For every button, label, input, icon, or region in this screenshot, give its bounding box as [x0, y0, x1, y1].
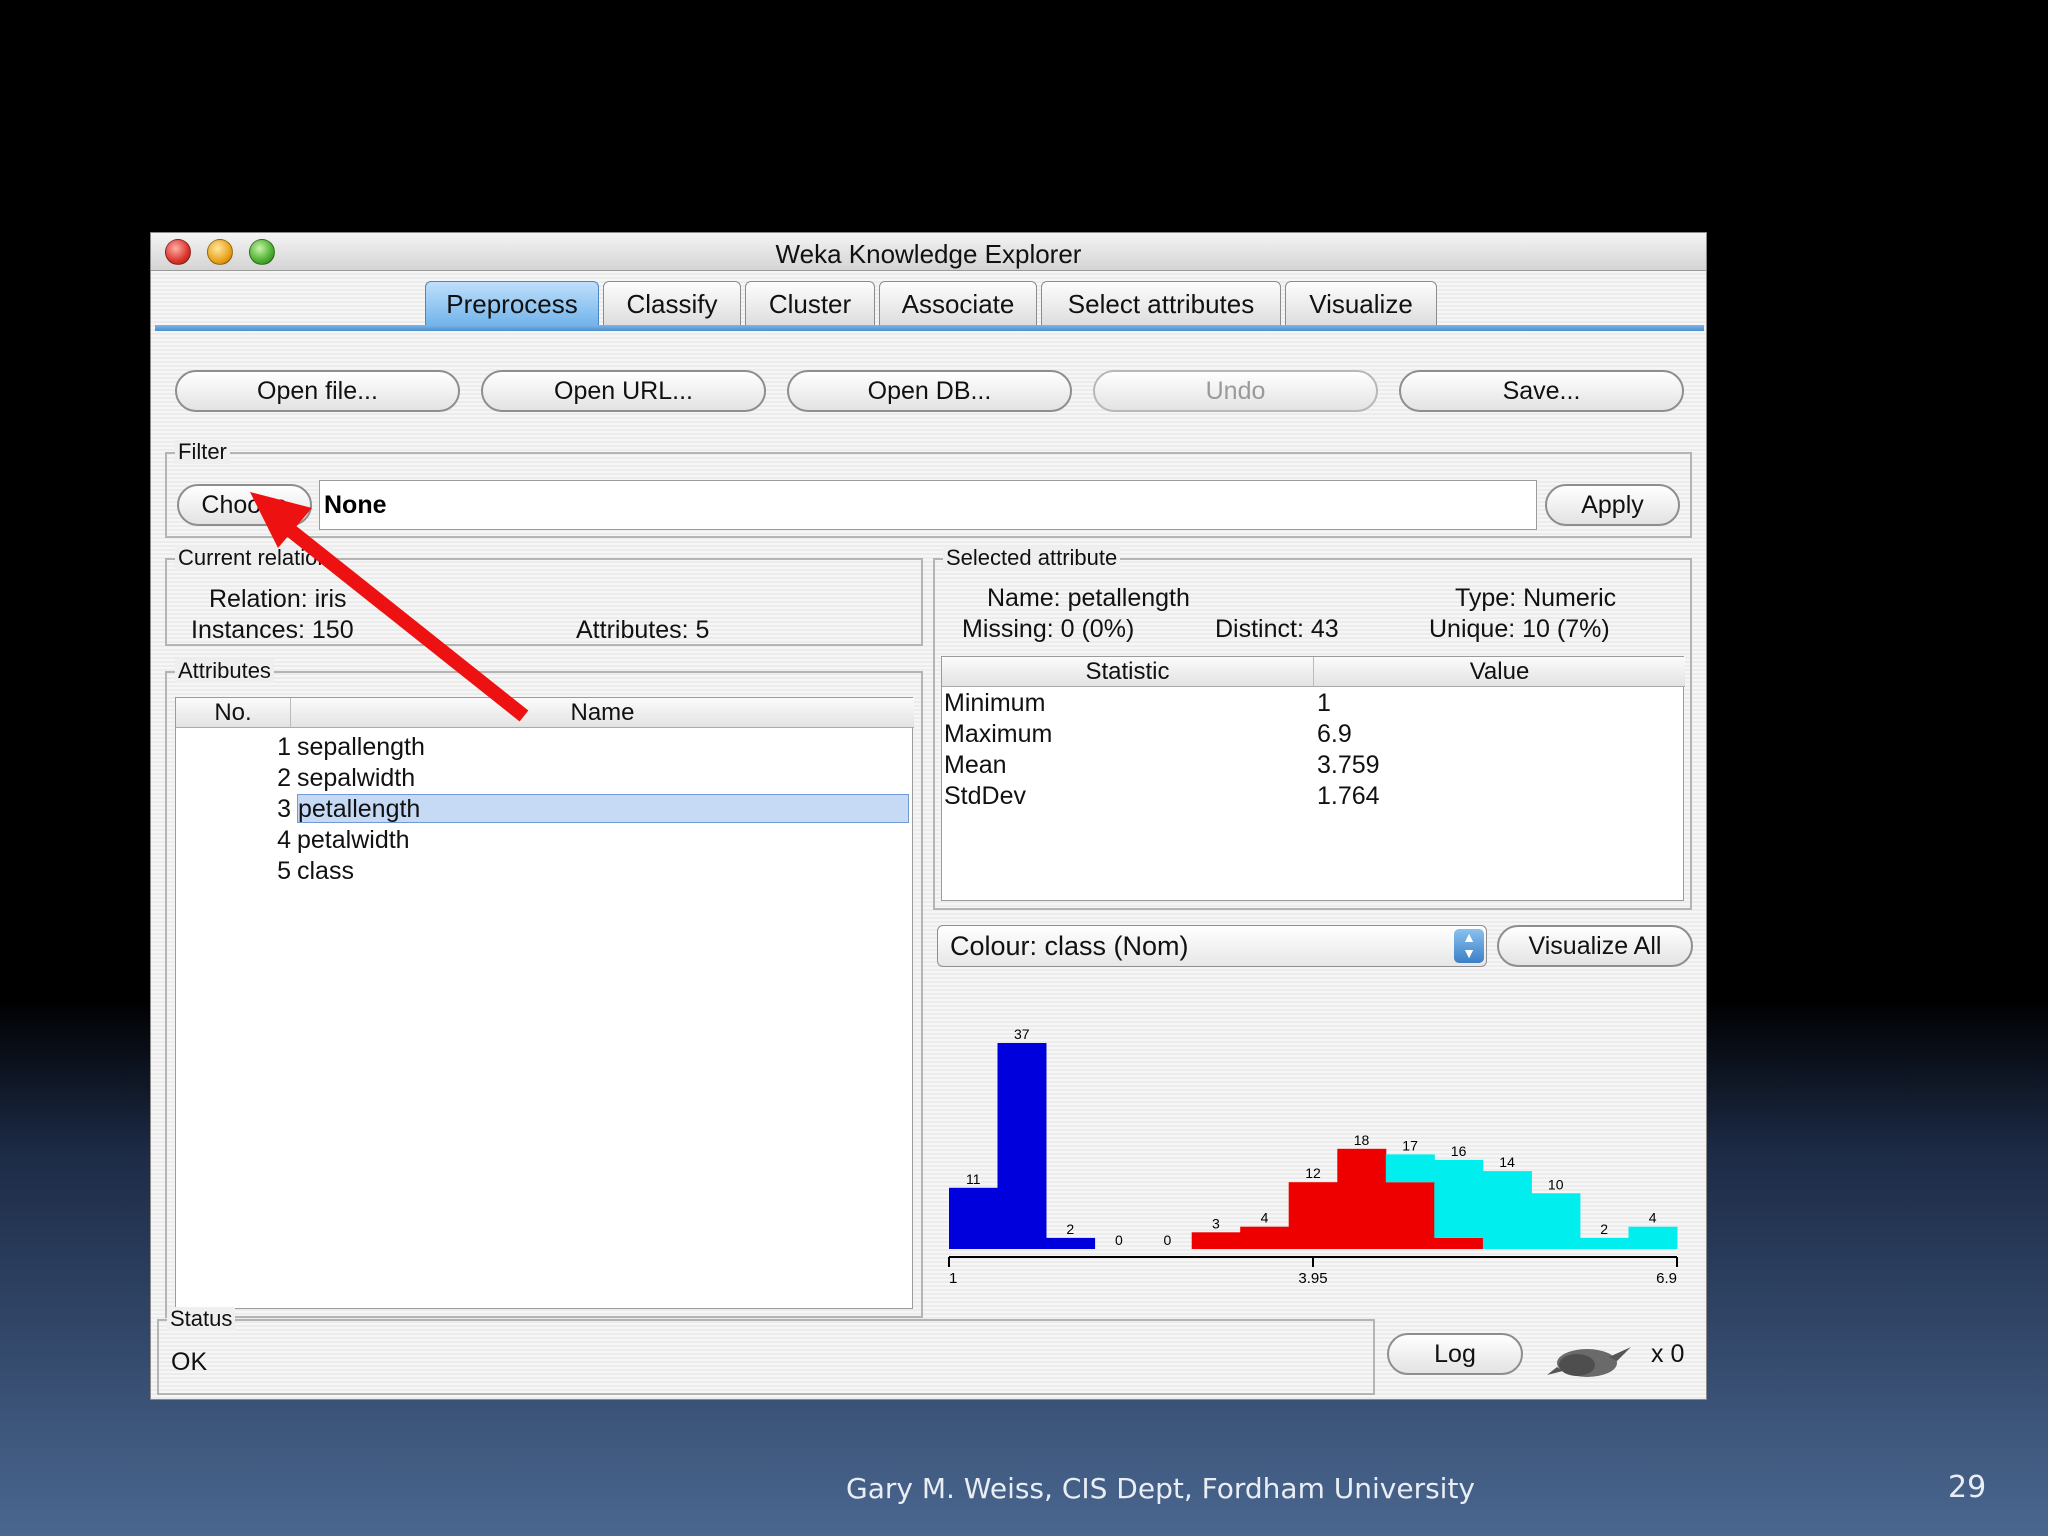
red-arrow-annotation: [250, 492, 529, 722]
slide-footer: Gary M. Weiss, CIS Dept, Fordham Univers…: [846, 1472, 1476, 1505]
slide-page-number: 29: [1948, 1470, 1987, 1505]
arrow-shaft: [285, 524, 529, 722]
